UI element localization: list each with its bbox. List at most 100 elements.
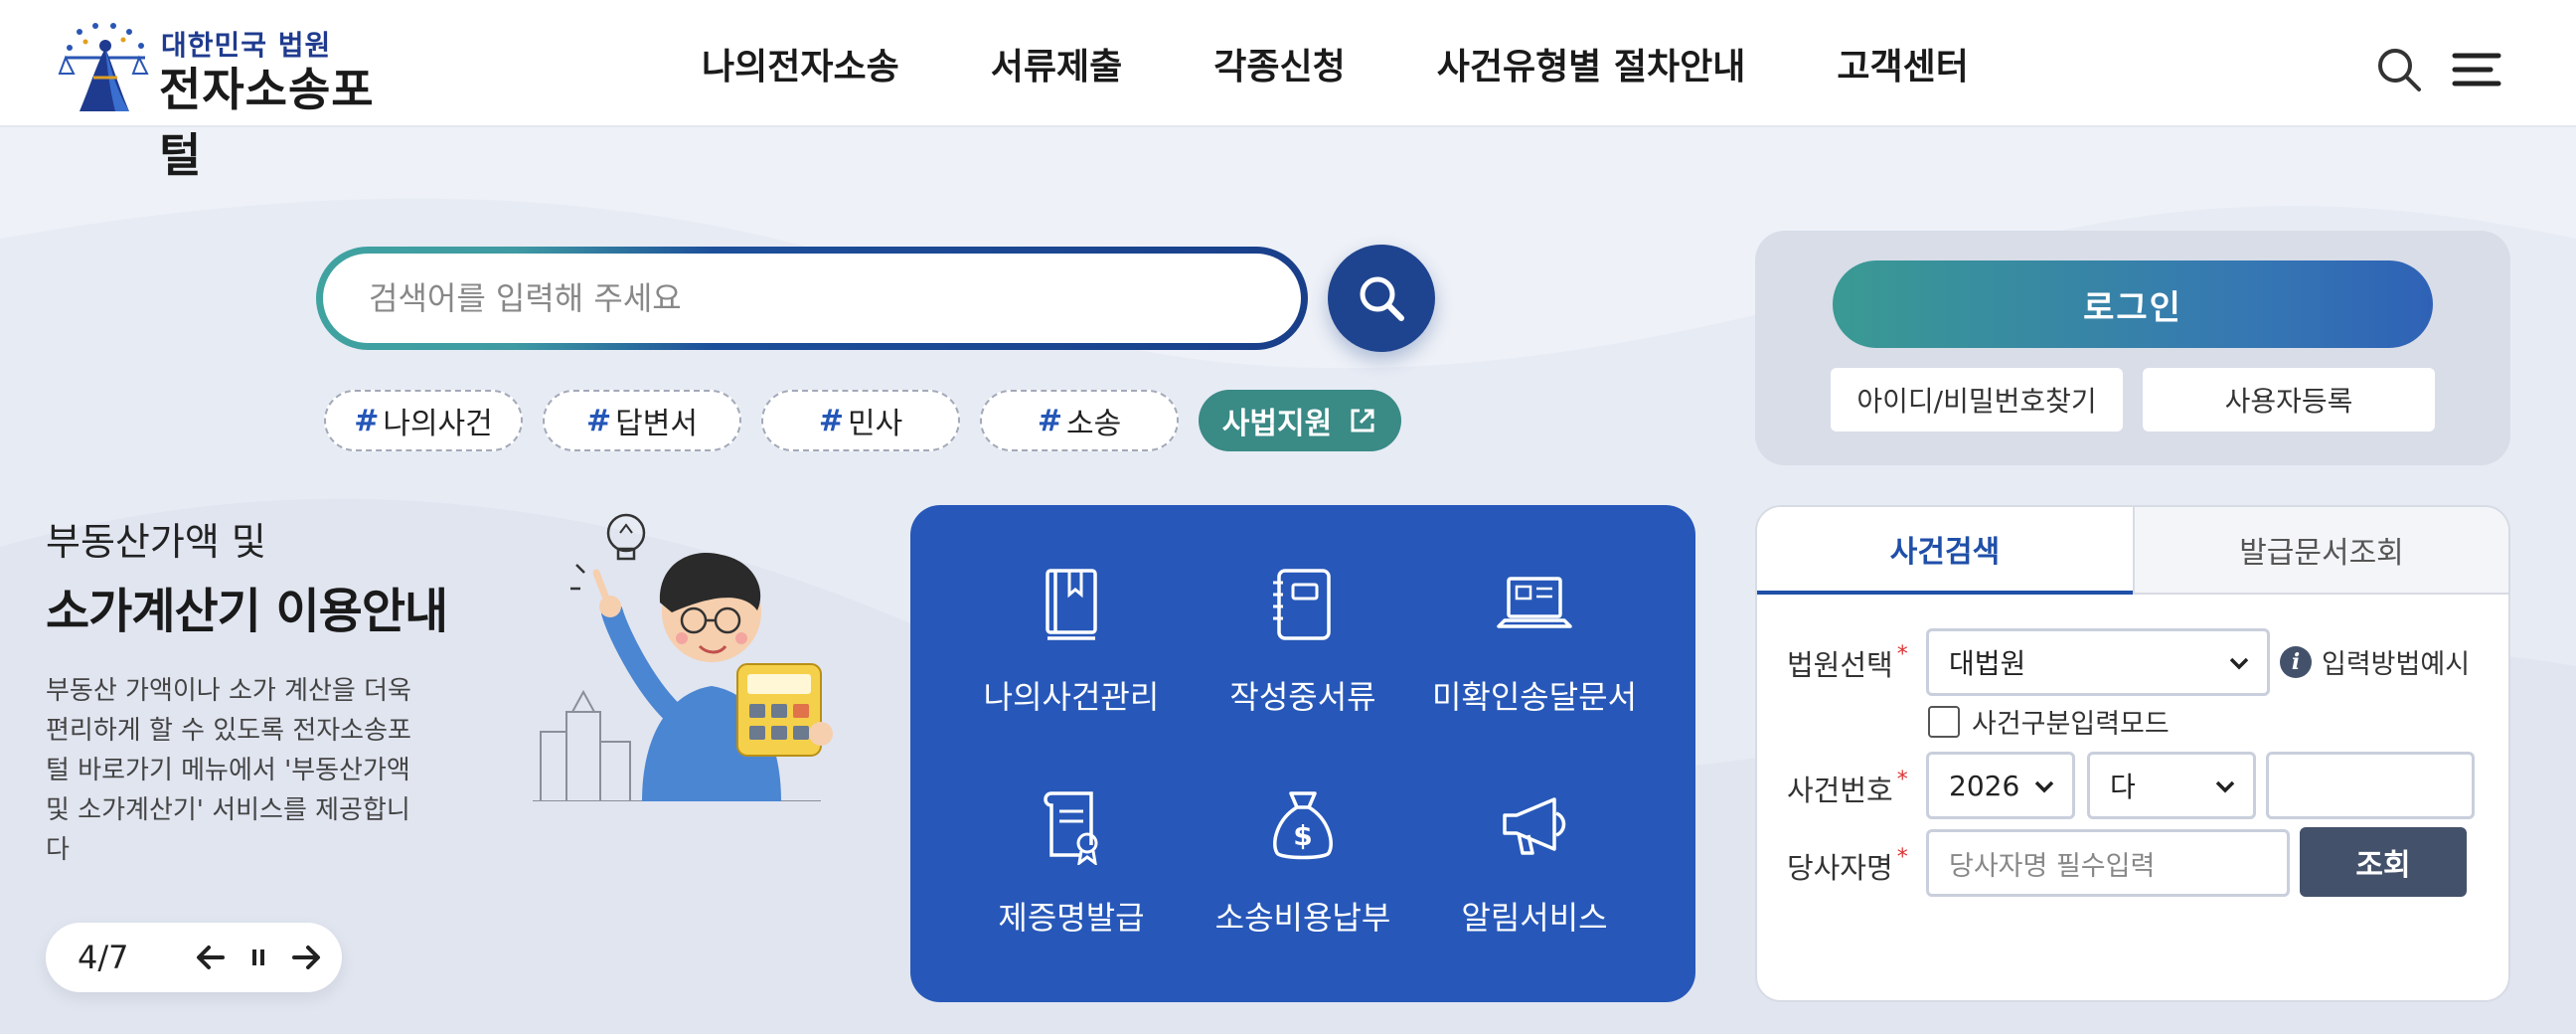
search-box	[316, 247, 1308, 350]
nav-document-submission[interactable]: 서류제출	[991, 38, 1122, 89]
case-year-value: 2026	[1949, 769, 2020, 802]
required-mark: *	[1896, 642, 1908, 667]
case-type-value: 다	[2110, 771, 2136, 803]
hashtag-label: 나의사건	[383, 407, 493, 441]
hashtag-list: # 나의사건 # 답변서 # 민사 # 소송 사법지원	[324, 390, 1401, 451]
quick-label: 나의사건관리	[983, 678, 1160, 716]
calculator-person-illustration	[533, 513, 833, 801]
judicial-support-label: 사법지원	[1221, 407, 1333, 441]
quick-litigation-fee-payment[interactable]: $ 소송비용납부	[1192, 785, 1414, 984]
search-input[interactable]	[369, 279, 1226, 317]
info-icon: i	[2280, 645, 2312, 678]
promo-subtitle: 부동산가액 및	[46, 520, 266, 564]
quick-menu-panel: 나의사건관리 작성중서류 미확인송달문서 제증명발급 $ 소송비용납부 알림서비…	[910, 505, 1695, 1002]
party-name-placeholder: 당사자명 필수입력	[1949, 850, 2156, 882]
main-nav: 나의전자소송 서류제출 각종신청 사건유형별 절차안내 고객센터	[702, 38, 2060, 89]
menu-hamburger-icon[interactable]	[2451, 44, 2502, 95]
nav-my-e-litigation[interactable]: 나의전자소송	[702, 38, 899, 89]
case-number-label-text: 사건번호	[1787, 774, 1893, 807]
party-name-label: 당사자명 *	[1787, 845, 1908, 887]
required-mark: *	[1896, 845, 1908, 870]
nav-applications[interactable]: 각종신청	[1213, 38, 1345, 89]
promo-title: 소가계산기 이용안내	[46, 584, 448, 639]
svg-text:$: $	[1293, 819, 1312, 852]
quick-label: 작성중서류	[1229, 678, 1376, 716]
search-button[interactable]	[1328, 245, 1435, 352]
chevron-down-icon	[2034, 780, 2054, 793]
laptop-icon	[1497, 577, 1572, 628]
quick-label: 미확인송달문서	[1431, 678, 1638, 716]
query-button[interactable]: 조회	[2300, 827, 2467, 897]
promo-banner: 부동산가액 및 소가계산기 이용안내 부동산 가액이나 소가 계산을 더욱 편리…	[46, 511, 463, 870]
court-emblem-icon	[58, 23, 149, 111]
hashtag-label: 민사	[847, 407, 903, 441]
required-mark: *	[1896, 768, 1908, 792]
help-text: 입력방법예시	[2322, 649, 2471, 680]
case-number-input[interactable]	[2266, 752, 2475, 819]
logo-title: 전자소송포털	[159, 63, 375, 182]
find-account-button[interactable]: 아이디/비밀번호찾기	[1831, 368, 2123, 431]
chevron-down-icon	[2229, 657, 2249, 670]
pause-icon	[252, 949, 264, 965]
chevron-down-icon	[2215, 780, 2235, 793]
court-select-label: 법원선택 *	[1787, 642, 1908, 684]
site-logo[interactable]: 대한민국 법원 전자소송포털	[56, 18, 413, 182]
case-search-panel: 사건검색 발급문서조회 법원선택 * 대법원 i 입력방법예시 사건구분입력모드 …	[1755, 505, 2510, 1002]
quick-label: 제증명발급	[998, 899, 1145, 937]
slide-counter: 4/7	[78, 939, 129, 976]
hashtag-lawsuit[interactable]: # 소송	[980, 390, 1179, 451]
arrow-right-icon	[292, 946, 320, 969]
quick-certificate-issuance[interactable]: 제증명발급	[960, 785, 1183, 984]
court-select[interactable]: 대법원	[1926, 628, 2270, 696]
hash-symbol: #	[586, 403, 612, 438]
quick-label: 소송비용납부	[1214, 899, 1391, 937]
external-link-icon	[1351, 409, 1374, 432]
hashtag-answer[interactable]: # 답변서	[543, 390, 741, 451]
tab-issued-document-inquiry[interactable]: 발급문서조회	[2133, 507, 2508, 595]
hashtag-label: 소송	[1065, 407, 1122, 441]
quick-draft-documents[interactable]: 작성중서류	[1192, 565, 1414, 764]
hashtag-civil[interactable]: # 민사	[761, 390, 960, 451]
party-name-label-text: 당사자명	[1787, 851, 1893, 885]
certificate-scroll-icon	[1044, 791, 1098, 865]
hashtag-my-case[interactable]: # 나의사건	[324, 390, 523, 451]
login-panel: 로그인 아이디/비밀번호찾기 사용자등록	[1755, 231, 2510, 465]
pause-slide-button[interactable]	[235, 934, 282, 981]
notebook-icon	[1273, 569, 1331, 640]
nav-procedure-guide[interactable]: 사건유형별 절차안내	[1437, 38, 1746, 89]
party-name-input[interactable]: 당사자명 필수입력	[1926, 829, 2290, 897]
search-icon[interactable]	[2373, 44, 2425, 95]
court-select-value: 대법원	[1949, 647, 2026, 680]
next-slide-button[interactable]	[282, 934, 330, 981]
arrow-left-icon	[197, 946, 225, 969]
case-type-mode-option: 사건구분입력모드	[1928, 702, 2170, 741]
tab-case-search[interactable]: 사건검색	[1757, 507, 2133, 595]
prev-slide-button[interactable]	[187, 934, 235, 981]
case-year-select[interactable]: 2026	[1926, 752, 2075, 819]
search-field-wrapper	[323, 254, 1301, 343]
book-icon	[1046, 569, 1097, 640]
promo-description: 부동산 가액이나 소가 계산을 더욱 편리하게 할 수 있도록 전자소송포털 바…	[46, 676, 411, 865]
nav-customer-center[interactable]: 고객센터	[1837, 38, 1968, 89]
hash-symbol: #	[818, 403, 844, 438]
search-icon	[1360, 276, 1404, 321]
money-bag-icon: $	[1273, 791, 1333, 860]
slider-controls: 4/7	[46, 923, 342, 992]
site-header: 대한민국 법원 전자소송포털 나의전자소송 서류제출 각종신청 사건유형별 절차…	[0, 0, 2576, 182]
login-button[interactable]: 로그인	[1833, 260, 2433, 348]
megaphone-icon	[1503, 797, 1566, 855]
quick-label: 알림서비스	[1461, 899, 1608, 937]
court-label-text: 법원선택	[1787, 648, 1893, 682]
input-example-help[interactable]: i 입력방법예시	[2280, 642, 2470, 681]
case-type-select[interactable]: 다	[2087, 752, 2256, 819]
quick-notification-service[interactable]: 알림서비스	[1423, 785, 1646, 984]
quick-unconfirmed-service-documents[interactable]: 미확인송달문서	[1423, 565, 1646, 764]
quick-my-case-management[interactable]: 나의사건관리	[960, 565, 1183, 764]
case-number-label: 사건번호 *	[1787, 768, 1908, 809]
hash-symbol: #	[354, 403, 380, 438]
register-button[interactable]: 사용자등록	[2143, 368, 2435, 431]
case-type-mode-label: 사건구분입력모드	[1972, 709, 2170, 740]
hashtag-label: 답변서	[615, 407, 698, 441]
case-type-mode-checkbox[interactable]	[1928, 705, 1960, 738]
judicial-support-link[interactable]: 사법지원	[1199, 390, 1401, 451]
